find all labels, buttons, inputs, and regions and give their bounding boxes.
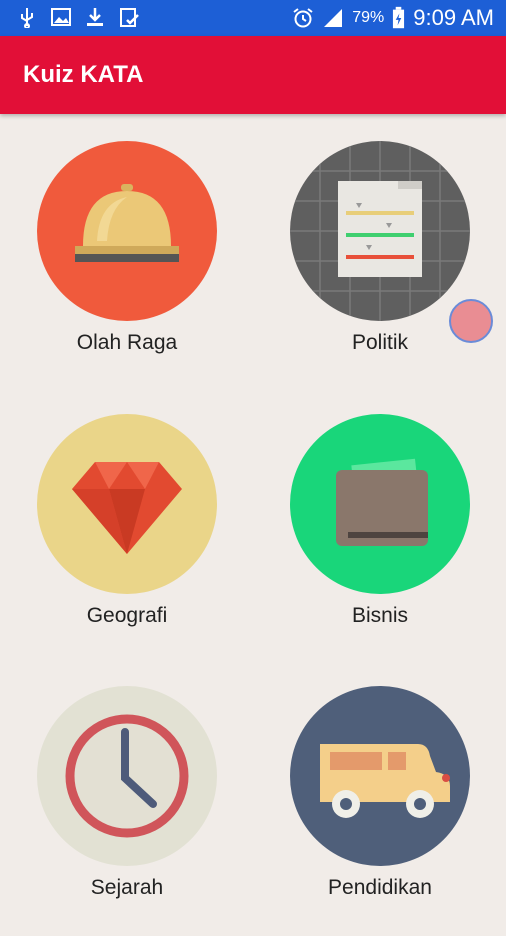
school-bus-icon <box>290 686 470 866</box>
category-icon-circle <box>37 686 217 866</box>
document-icon <box>290 141 470 321</box>
battery-charging-icon <box>393 6 405 29</box>
alarm-icon <box>293 8 313 28</box>
category-geografi[interactable]: Geografi <box>17 414 237 664</box>
category-label: Pendidikan <box>328 876 432 899</box>
category-politik[interactable]: Politik <box>270 141 490 391</box>
app-bar: Kuiz KATA <box>0 36 506 114</box>
diamond-icon <box>37 414 217 594</box>
usb-icon <box>21 8 33 28</box>
category-label: Olah Raga <box>76 331 178 354</box>
battery-percentage: 79% <box>352 9 385 26</box>
category-icon-circle <box>37 414 217 594</box>
download-icon <box>87 8 103 26</box>
status-bar: 79% 9:09 AM <box>0 0 506 36</box>
category-label: Geografi <box>86 604 168 627</box>
category-icon-circle <box>290 141 470 321</box>
clock-icon <box>37 686 217 866</box>
category-icon-circle <box>37 141 217 321</box>
app-title: Kuiz KATA <box>23 61 144 88</box>
category-icon-circle <box>290 686 470 866</box>
category-label: Sejarah <box>90 876 164 899</box>
category-pendidikan[interactable]: Pendidikan <box>270 686 490 936</box>
floating-bubble[interactable] <box>449 299 493 343</box>
category-label: Bisnis <box>351 604 409 627</box>
signal-icon <box>324 9 343 27</box>
category-bisnis[interactable]: Bisnis <box>270 414 490 664</box>
category-sejarah[interactable]: Sejarah <box>17 686 237 936</box>
service-bell-icon <box>37 141 217 321</box>
category-olah-raga[interactable]: Olah Raga <box>17 141 237 391</box>
clipboard-check-icon <box>120 8 139 27</box>
image-icon <box>51 8 71 26</box>
category-icon-circle <box>290 414 470 594</box>
wallet-icon <box>290 414 470 594</box>
clock: 9:09 AM <box>413 5 494 30</box>
